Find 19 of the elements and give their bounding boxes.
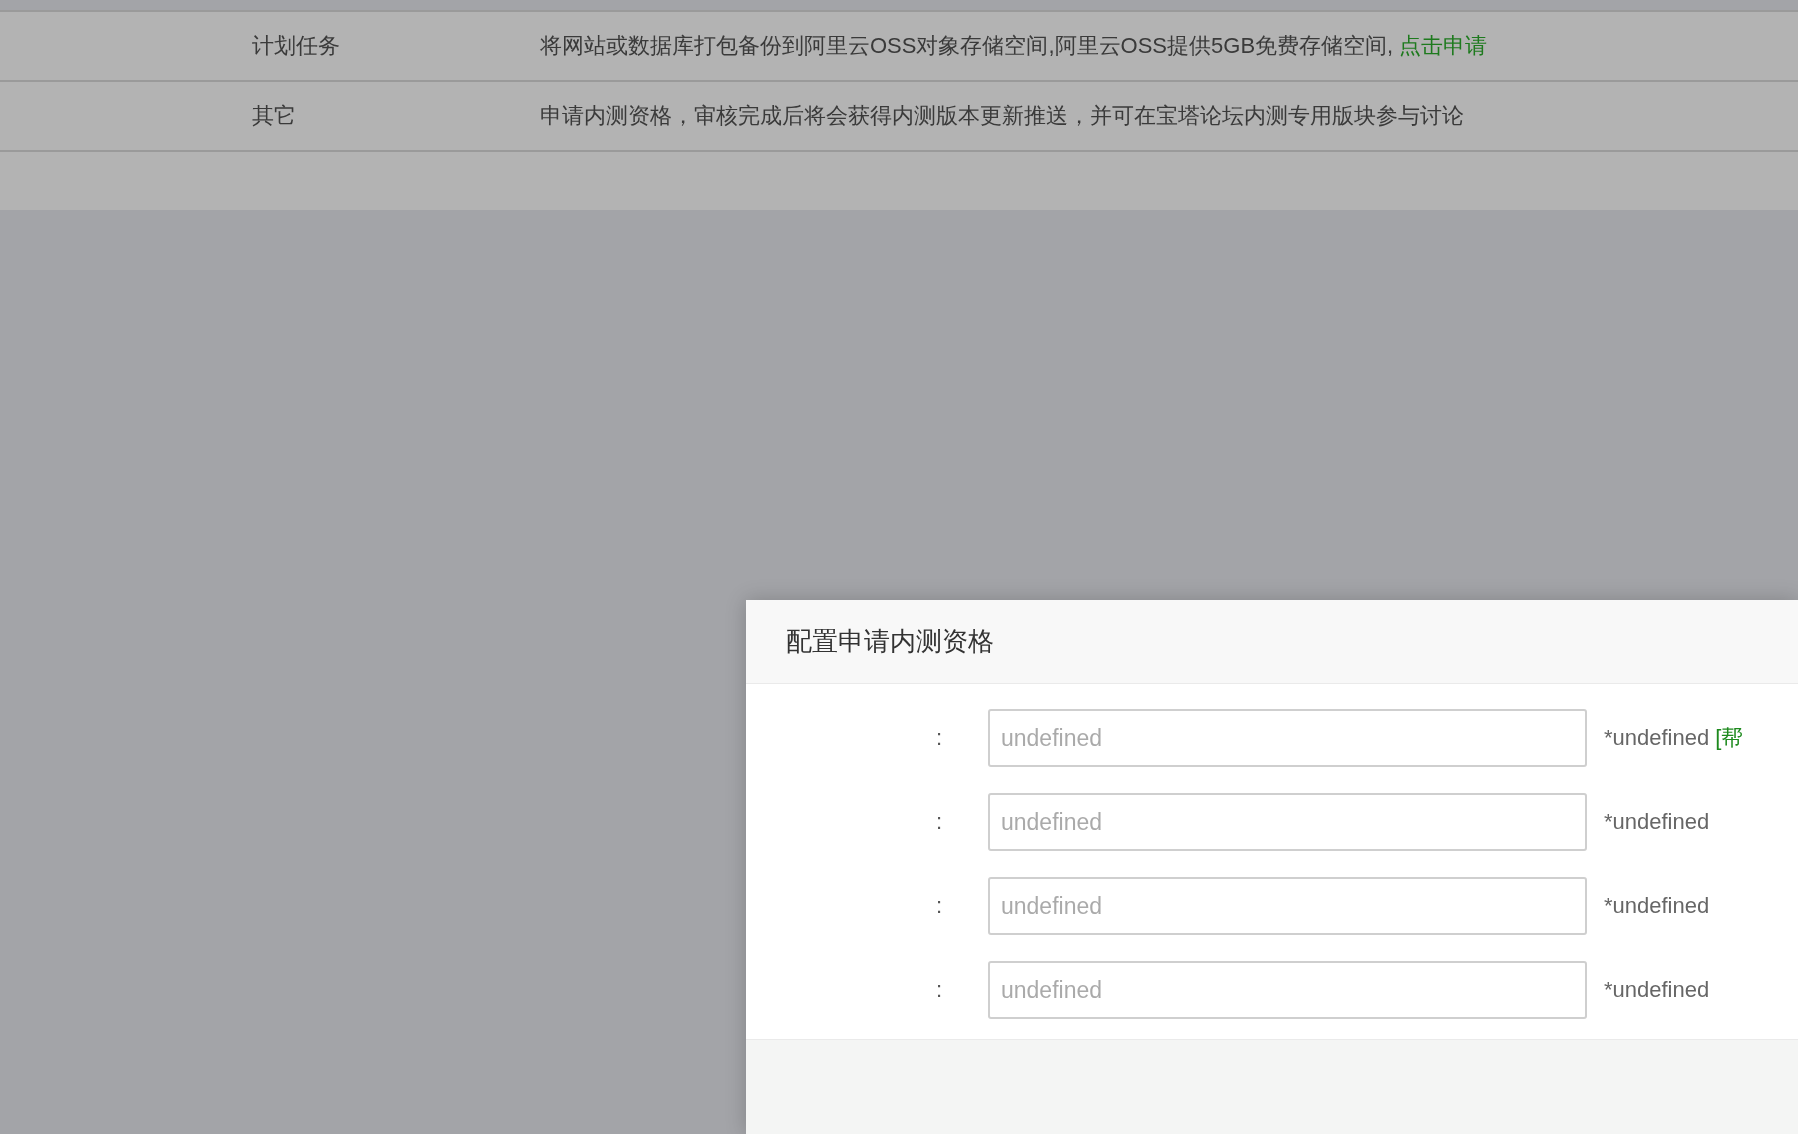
help-link[interactable]: [帮 — [1715, 723, 1744, 753]
field-hint: *undefined — [1604, 809, 1710, 835]
apply-link[interactable]: 点击申请 — [1399, 31, 1488, 61]
input-field[interactable]: undefined — [988, 877, 1587, 935]
input-field[interactable]: undefined — [988, 961, 1587, 1019]
input-field[interactable]: undefined — [988, 709, 1587, 767]
field-label: : — [934, 977, 943, 1003]
field-label: : — [934, 809, 943, 835]
dialog-title: 配置申请内测资格 — [786, 625, 994, 658]
table-cell-text: 将网站或数据库打包备份到阿里云OSS对象存储空间,阿里云OSS提供5GB免费存储空间, — [540, 32, 1394, 60]
field-hint: *undefined — [1604, 725, 1710, 751]
field-label: : — [934, 725, 943, 751]
table-cell-text: 计划任务 — [252, 32, 341, 60]
field-hint: *undefined — [1604, 977, 1710, 1003]
table-cell-text: 其它 — [252, 102, 297, 130]
field-label: : — [934, 893, 943, 919]
table-cell-text: 申请内测资格，审核完成后将会获得内测版本更新推送，并可在宝塔论坛内测专用版块参与讨论 — [540, 102, 1464, 130]
field-hint: *undefined — [1604, 893, 1710, 919]
input-field[interactable]: undefined — [988, 793, 1587, 851]
